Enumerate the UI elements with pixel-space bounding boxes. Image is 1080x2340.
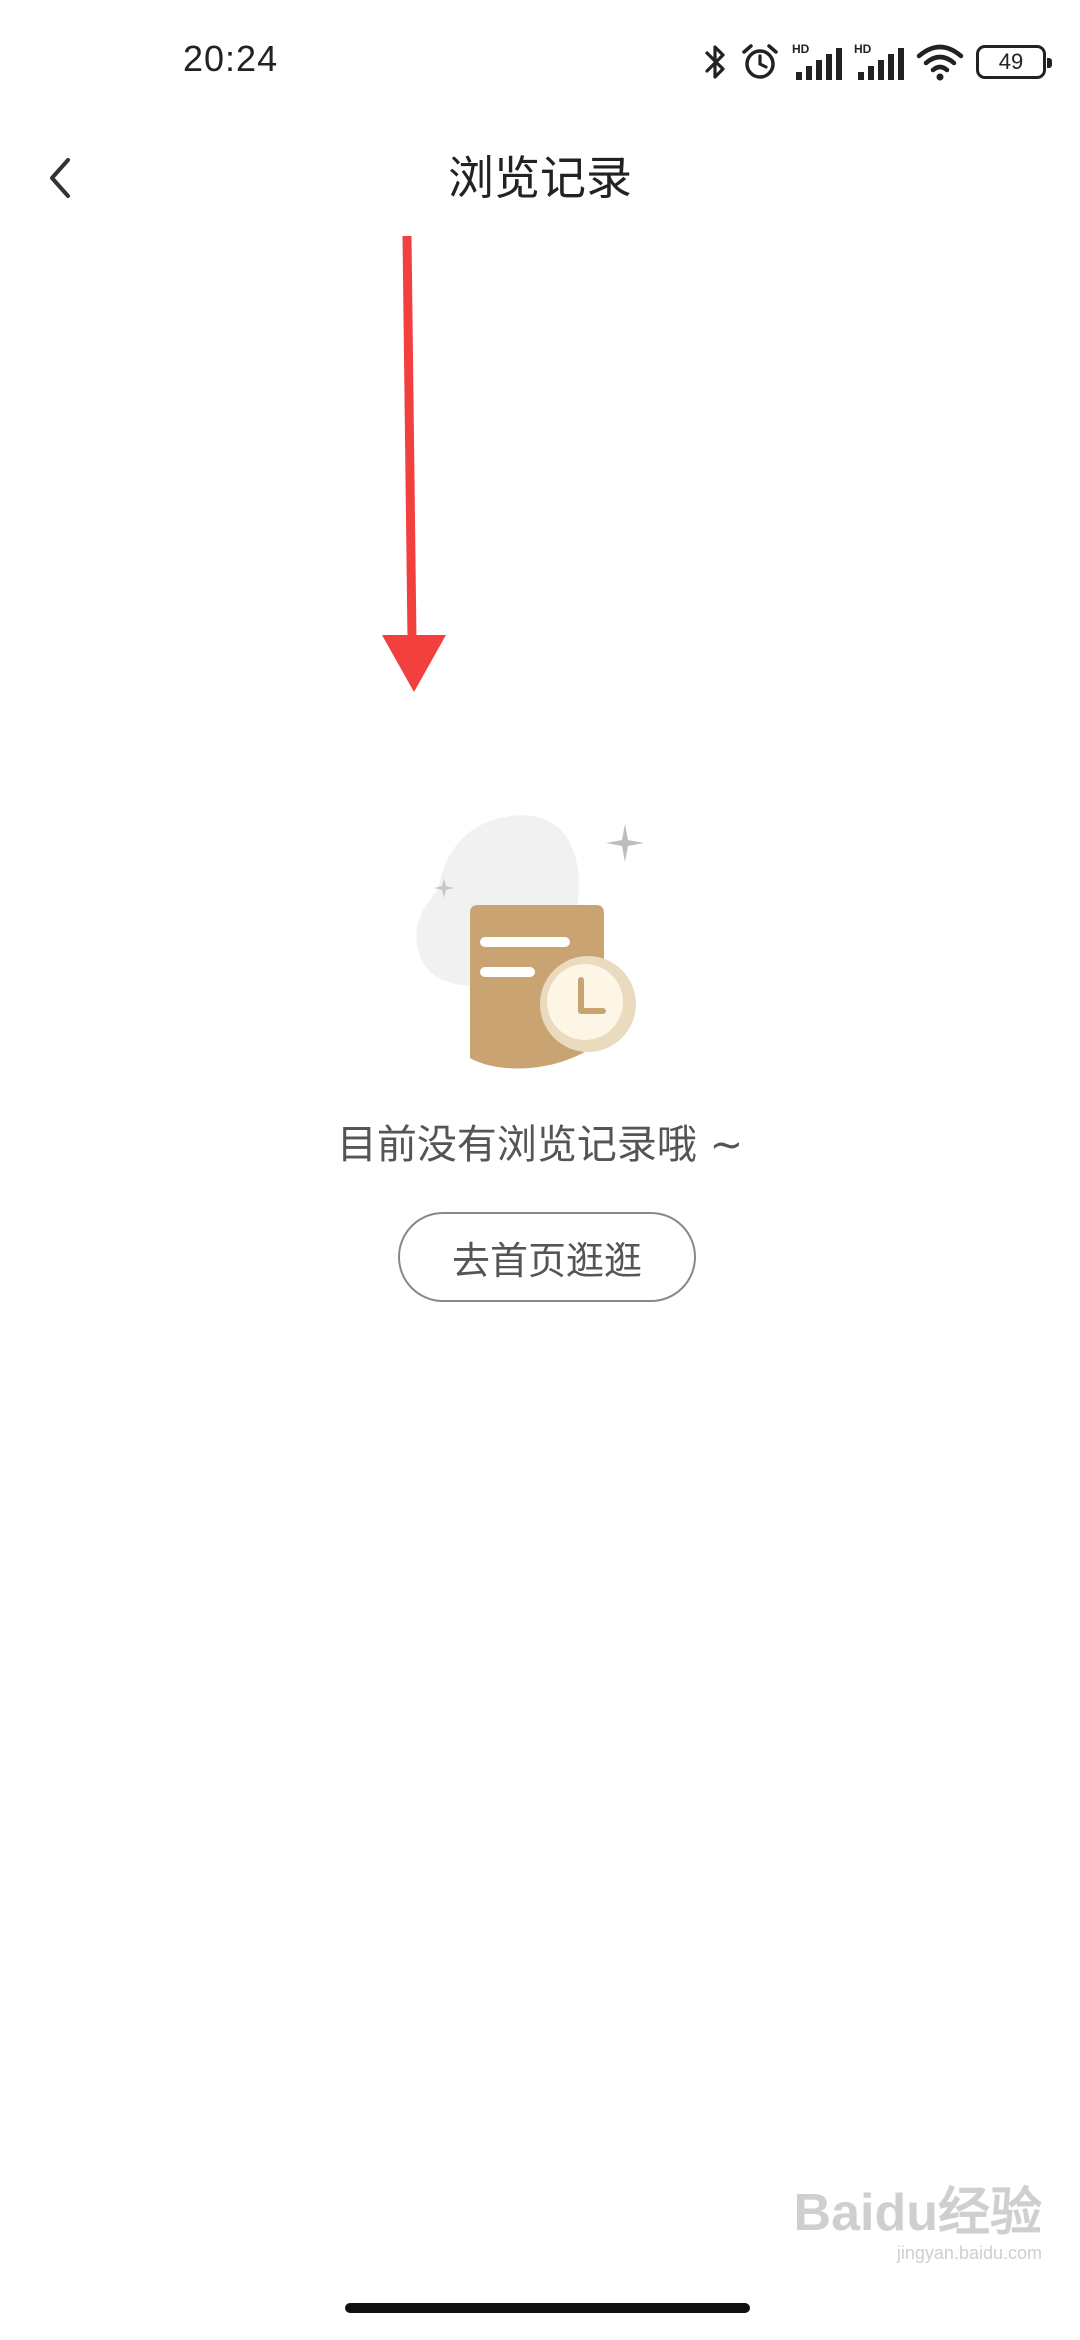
empty-history-illustration bbox=[410, 810, 670, 1090]
hd-signal-icon: HD bbox=[854, 42, 904, 82]
battery-icon: 49 bbox=[976, 45, 1052, 79]
hd-signal-icon: HD bbox=[792, 42, 842, 82]
empty-state-message: 目前没有浏览记录哦 ~ bbox=[336, 1122, 744, 1168]
page-title: 浏览记录 bbox=[448, 151, 632, 205]
watermark-url: jingyan.baidu.com bbox=[896, 2243, 1042, 2263]
status-icons: HD HD 49 bbox=[704, 40, 1052, 84]
alarm-icon bbox=[740, 42, 780, 82]
svg-text:HD: HD bbox=[792, 42, 810, 56]
status-bar: 20:24 HD HD 49 bbox=[0, 0, 1080, 120]
status-time: 20:24 bbox=[183, 38, 279, 79]
watermark-logo: Baidu经验 bbox=[793, 2184, 1042, 2242]
home-indicator[interactable] bbox=[345, 2303, 750, 2313]
baidu-watermark: Baidu经验 jingyan.baidu.com bbox=[794, 2170, 1042, 2264]
annotation-arrow bbox=[380, 230, 450, 704]
svg-text:HD: HD bbox=[854, 42, 872, 56]
navigation-header: 浏览记录 bbox=[0, 120, 1080, 240]
wifi-icon bbox=[916, 42, 964, 82]
battery-level: 49 bbox=[998, 49, 1024, 74]
bluetooth-icon bbox=[704, 42, 728, 82]
go-home-button[interactable]: 去首页逛逛 bbox=[398, 1212, 696, 1302]
